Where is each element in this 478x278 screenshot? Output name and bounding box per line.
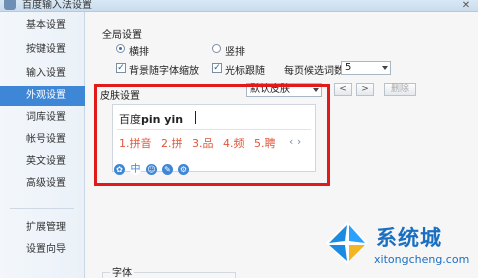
chevron-down-icon bbox=[382, 66, 388, 70]
candidate-5: 5.聘 bbox=[254, 137, 276, 150]
close-button[interactable]: ✕ bbox=[458, 0, 474, 11]
app-icon bbox=[4, 0, 16, 10]
sidebar: 基本设置 按键设置 输入设置 外观设置 词库设置 帐号设置 英文设置 高级设置 … bbox=[0, 12, 85, 278]
font-group-heading: 字体 bbox=[110, 264, 134, 278]
sidebar-item-advanced[interactable]: 高级设置 bbox=[0, 174, 85, 194]
composition-text: 百度pin yin bbox=[119, 111, 183, 127]
watermark-brand: 系统城 bbox=[376, 226, 442, 250]
candidate-2: 2.拼 bbox=[161, 137, 183, 150]
title-bar: 百度输入法设置 ✕ bbox=[0, 0, 478, 12]
layout-vertical-label: 竖排 bbox=[225, 47, 245, 58]
sidebar-item-basic[interactable]: 基本设置 bbox=[0, 16, 85, 36]
sidebar-item-input[interactable]: 输入设置 bbox=[0, 64, 85, 84]
paw-logo-icon: ✿ bbox=[114, 164, 125, 175]
composition-prefix: 百度 bbox=[119, 113, 141, 126]
global-settings-heading: 全局设置 bbox=[102, 30, 142, 41]
skin-prev-button[interactable]: < bbox=[334, 83, 352, 96]
bg-font-scale-checkbox[interactable]: ✓ bbox=[116, 63, 126, 73]
sidebar-item-appearance[interactable]: 外观设置 bbox=[0, 86, 85, 106]
preview-divider bbox=[117, 129, 311, 130]
watermark: 系统城 xitongcheng.com bbox=[320, 216, 478, 276]
candidate-list: 1.拼音 2.拼 3.品 4.频 5.聘 bbox=[119, 135, 282, 151]
bg-font-scale-label: 背景随字体缩放 bbox=[129, 66, 199, 77]
watermark-logo-icon bbox=[326, 222, 368, 264]
sidebar-divider bbox=[10, 208, 74, 209]
candidate-4: 4.频 bbox=[223, 137, 245, 150]
cursor-follow-checkbox[interactable]: ✓ bbox=[212, 63, 222, 73]
next-page-icon: › bbox=[296, 135, 302, 148]
cursor-follow-label: 光标跟随 bbox=[225, 66, 265, 77]
composition-pinyin: pin yin bbox=[141, 113, 184, 126]
window-title: 百度输入法设置 bbox=[22, 0, 92, 11]
prev-page-icon: ‹ bbox=[289, 135, 294, 148]
ime-status-bar: ✿ 中 ☺ ✎ ⚙ bbox=[114, 162, 210, 178]
candidate-3: 3.品 bbox=[192, 137, 214, 150]
layout-vertical-radio[interactable] bbox=[212, 44, 221, 53]
page-nav: ‹ › bbox=[289, 135, 301, 148]
skin-next-button[interactable]: > bbox=[356, 83, 374, 96]
settings-icon: ⚙ bbox=[178, 164, 189, 175]
layout-horizontal-label: 横排 bbox=[129, 47, 149, 58]
sidebar-item-wizard[interactable]: 设置向导 bbox=[0, 240, 85, 260]
per-page-select[interactable]: 5 bbox=[341, 61, 391, 75]
pen-icon: ✎ bbox=[162, 164, 173, 175]
watermark-url: xitongcheng.com bbox=[374, 253, 470, 266]
sidebar-item-extensions[interactable]: 扩展管理 bbox=[0, 218, 85, 238]
per-page-value: 5 bbox=[345, 62, 352, 73]
chinese-mode-icon: 中 bbox=[130, 164, 141, 175]
text-caret bbox=[195, 111, 196, 124]
skin-delete-button[interactable]: 删除 bbox=[384, 83, 416, 96]
sidebar-item-keys[interactable]: 按键设置 bbox=[0, 40, 85, 60]
sidebar-item-english[interactable]: 英文设置 bbox=[0, 152, 85, 172]
sidebar-item-account[interactable]: 帐号设置 bbox=[0, 130, 85, 150]
layout-horizontal-radio[interactable] bbox=[116, 44, 125, 53]
sidebar-item-lexicon[interactable]: 词库设置 bbox=[0, 108, 85, 128]
candidate-1: 1.拼音 bbox=[119, 137, 152, 150]
per-page-label: 每页候选词数: bbox=[284, 66, 348, 77]
emoji-icon: ☺ bbox=[146, 164, 157, 175]
